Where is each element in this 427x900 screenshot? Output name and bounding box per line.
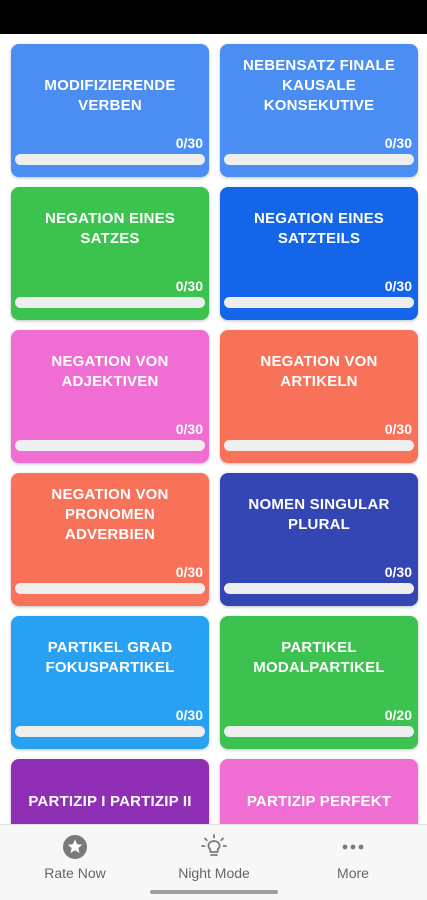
home-indicator[interactable] <box>150 890 278 894</box>
lesson-title: PARTIZIP PERFEKT <box>246 793 392 810</box>
status-bar <box>0 0 427 34</box>
lesson-card[interactable]: NEBENSATZ FINALE KAUSALE KONSEKUTIVE 0/3… <box>220 44 418 177</box>
lesson-title: NEGATION EINES SATZES <box>44 210 176 247</box>
lesson-progress-count: 0/30 <box>384 135 412 151</box>
lesson-title: NOMEN SINGULAR PLURAL <box>248 496 390 533</box>
more-dots-icon <box>339 833 367 861</box>
lesson-progress-count: 0/30 <box>175 135 203 151</box>
lesson-card[interactable]: PARTIKEL MODALPARTIKEL 0/20 <box>220 616 418 749</box>
lesson-card[interactable]: PARTIKEL GRAD FOKUSPARTIKEL 0/30 <box>11 616 209 749</box>
lesson-progress-bar <box>15 154 205 165</box>
lesson-card[interactable]: NOMEN SINGULAR PLURAL 0/30 <box>220 473 418 606</box>
lesson-progress-count: 0/30 <box>175 278 203 294</box>
lesson-card[interactable]: MODIFIZIERENDE VERBEN 0/30 <box>11 44 209 177</box>
lesson-progress-count: 0/30 <box>384 278 412 294</box>
lesson-progress-count: 0/30 <box>175 564 203 580</box>
lesson-title: PARTIZIP I PARTIZIP II <box>28 793 192 810</box>
lesson-progress-count: 0/30 <box>175 707 203 723</box>
lesson-card[interactable]: NEGATION VON ADJEKTIVEN 0/30 <box>11 330 209 463</box>
lesson-card[interactable]: NEGATION VON PRONOMEN ADVERBIEN 0/30 <box>11 473 209 606</box>
lesson-progress-count: 0/30 <box>175 421 203 437</box>
rate-now-button[interactable]: Rate Now <box>15 833 135 883</box>
lesson-title: NEGATION EINES SATZTEILS <box>253 210 385 247</box>
more-label: More <box>337 865 369 881</box>
lesson-title: NEBENSATZ FINALE KAUSALE KONSEKUTIVE <box>242 57 396 114</box>
lightbulb-icon <box>200 833 228 861</box>
lesson-progress-count: 0/30 <box>384 564 412 580</box>
lesson-progress-count: 0/30 <box>384 421 412 437</box>
lesson-title: NEGATION VON PRONOMEN ADVERBIEN <box>51 486 169 543</box>
rate-now-label: Rate Now <box>44 865 106 881</box>
lesson-progress-count: 0/20 <box>384 707 412 723</box>
lesson-title: PARTIKEL MODALPARTIKEL <box>253 639 385 676</box>
lesson-title: MODIFIZIERENDE VERBEN <box>44 77 176 114</box>
lesson-progress-bar <box>15 726 205 737</box>
lesson-progress-bar <box>224 440 414 451</box>
lesson-progress-bar <box>15 297 205 308</box>
bottom-navigation: Rate Now Night Mode More <box>0 824 427 900</box>
lesson-progress-bar <box>224 583 414 594</box>
lesson-card[interactable]: PARTIZIP PERFEKT <box>220 759 418 824</box>
lesson-progress-bar <box>224 297 414 308</box>
lesson-card[interactable]: NEGATION EINES SATZTEILS 0/30 <box>220 187 418 320</box>
lesson-title: NEGATION VON ADJEKTIVEN <box>51 353 169 390</box>
night-mode-button[interactable]: Night Mode <box>154 833 274 883</box>
lesson-card[interactable]: PARTIZIP I PARTIZIP II <box>11 759 209 824</box>
lesson-title: NEGATION VON ARTIKELN <box>260 353 378 390</box>
lesson-card[interactable]: NEGATION EINES SATZES 0/30 <box>11 187 209 320</box>
lesson-title: PARTIKEL GRAD FOKUSPARTIKEL <box>45 639 175 676</box>
night-mode-label: Night Mode <box>178 865 250 881</box>
lesson-grid[interactable]: MODIFIZIERENDE VERBEN 0/30 NEBENSATZ FIN… <box>0 34 427 824</box>
lesson-progress-bar <box>15 583 205 594</box>
star-circle-icon <box>61 833 89 861</box>
lesson-progress-bar <box>224 154 414 165</box>
lesson-card[interactable]: NEGATION VON ARTIKELN 0/30 <box>220 330 418 463</box>
lesson-progress-bar <box>15 440 205 451</box>
lesson-progress-bar <box>224 726 414 737</box>
more-button[interactable]: More <box>293 833 413 883</box>
